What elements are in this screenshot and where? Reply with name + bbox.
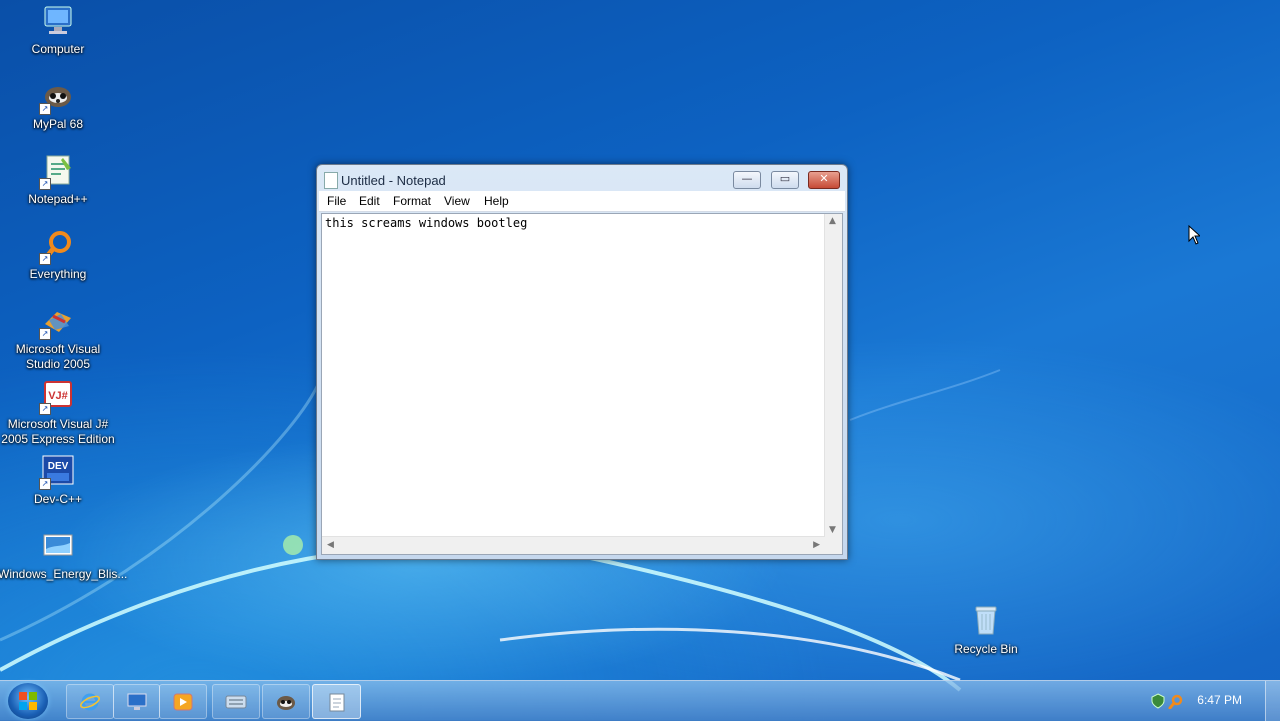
desktop-icon-visual-studio[interactable]: ↗ Microsoft Visual Studio 2005 [0,304,118,372]
shortcut-arrow-icon: ↗ [39,253,51,265]
internet-explorer-icon [80,693,100,710]
desktop-icon-label: Microsoft Visual Studio 2005 [15,342,101,371]
menu-view[interactable]: View [444,194,470,208]
notepadpp-icon: ↗ [39,154,75,190]
minimize-button[interactable]: — [733,171,761,189]
desktop-icon-label: Windows_Energy_Blis... [0,567,128,581]
shortcut-arrow-icon: ↗ [39,103,51,115]
desktop-icon-label: Everything [29,267,87,281]
resize-grip-icon[interactable] [825,537,842,554]
desktop-icon-label: Recycle Bin [954,642,1018,656]
scroll-up-icon[interactable]: ▲ [829,216,836,226]
desktop-icon-label: MyPal 68 [32,117,84,131]
desktop-icon-label: Notepad++ [28,192,88,206]
shortcut-arrow-icon: ↗ [39,178,51,190]
desktop-icon-label: Microsoft Visual J# 2005 Express Edition [1,417,115,446]
devcpp-icon: DEV ↗ [39,454,75,490]
menu-help[interactable]: Help [484,194,509,208]
desktop-icon-recycle-bin[interactable]: Recycle Bin [926,604,1046,657]
maximize-button[interactable]: ▭ [771,171,799,189]
shortcut-arrow-icon: ↗ [39,403,51,415]
desktop-icon-label: Computer [31,42,85,56]
menu-bar: File Edit Format View Help [319,191,845,212]
taskbar-pinned-media-player[interactable] [159,684,207,719]
horizontal-scrollbar[interactable]: ◀ ▶ [322,536,825,554]
desktop-icon-everything[interactable]: ↗ Everything [0,229,118,282]
editor-content[interactable]: this screams windows bootleg [325,216,527,230]
visual-studio-icon: ↗ [39,304,75,340]
start-button[interactable] [8,683,48,719]
desktop-icon-notepadpp[interactable]: ↗ Notepad++ [0,154,118,207]
notepad-title-icon [324,172,338,189]
mouse-cursor-icon [1188,225,1200,245]
text-editor[interactable]: this screams windows bootleg ▲ ▼ ◀ ▶ [321,213,843,555]
mypal-icon [277,695,295,710]
recycle-bin-icon [969,604,1003,638]
svg-text:VJ#: VJ# [48,390,68,402]
menu-file[interactable]: File [327,194,346,208]
taskbar-app-keyboard[interactable] [212,684,260,719]
taskbar-pinned-desktop[interactable] [113,684,160,719]
taskbar-app-mypal[interactable] [262,684,310,719]
shortcut-arrow-icon: ↗ [39,328,51,340]
close-button[interactable]: ✕ [808,171,840,189]
visual-jsharp-icon: VJ# ↗ [39,379,75,415]
taskbar-app-notepad[interactable] [312,684,361,719]
taskbar-pinned-ie[interactable] [66,684,114,719]
vertical-scrollbar[interactable]: ▲ ▼ [824,214,842,537]
notepad-window[interactable]: Untitled - Notepad — ▭ ✕ File Edit Forma… [316,164,848,560]
image-file-icon [41,529,75,563]
computer-icon [41,4,75,38]
desktop-icon-mypal[interactable]: ↗ MyPal 68 [0,79,118,132]
window-title: Untitled - Notepad [341,173,446,188]
shortcut-arrow-icon: ↗ [39,478,51,490]
media-player-icon [173,693,193,710]
keyboard-icon [225,695,247,708]
security-tray-icon[interactable] [1150,693,1166,709]
desktop-icon-visual-jsharp[interactable]: VJ# ↗ Microsoft Visual J# 2005 Express E… [0,379,118,447]
search-tray-icon[interactable] [1168,693,1184,709]
taskbar: 6:47 PM [0,680,1280,721]
menu-edit[interactable]: Edit [359,194,380,208]
desktop-icon-wallpaper-file[interactable]: Windows_Energy_Blis... [0,529,128,582]
taskbar-clock[interactable]: 6:47 PM [1197,693,1242,707]
svg-text:DEV: DEV [48,461,69,472]
mypal-icon: ↗ [39,79,75,115]
scroll-right-icon[interactable]: ▶ [813,540,820,550]
scroll-left-icon[interactable]: ◀ [327,540,334,550]
show-desktop-button[interactable] [1265,681,1280,721]
windows-logo-icon [19,692,37,710]
desktop-icon-devcpp[interactable]: DEV ↗ Dev-C++ [0,454,118,507]
desktop-icon [127,693,146,710]
menu-format[interactable]: Format [393,194,431,208]
scroll-down-icon[interactable]: ▼ [829,525,836,535]
desktop-icon-label: Dev-C++ [33,492,83,506]
desktop-icon-computer[interactable]: Computer [0,4,118,57]
notepad-icon [329,693,344,711]
everything-icon: ↗ [39,229,75,265]
